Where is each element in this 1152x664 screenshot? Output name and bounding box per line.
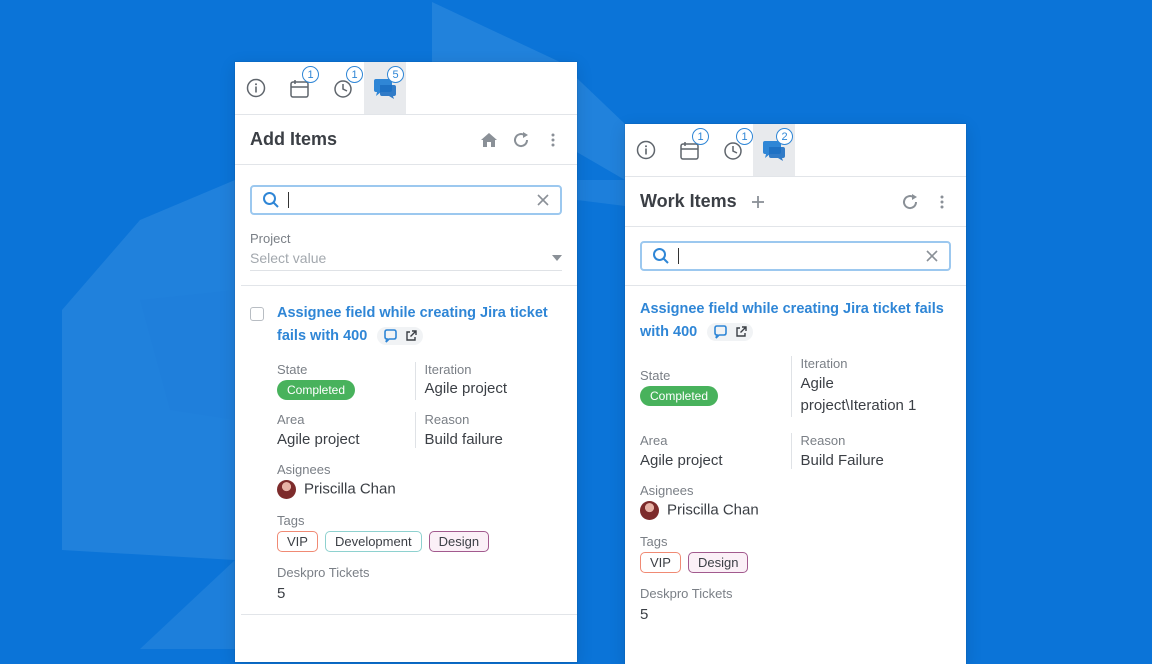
add-item-button[interactable]: [749, 193, 767, 211]
reason-value: Build failure: [424, 431, 503, 448]
tag-vip: VIP: [640, 552, 681, 573]
iteration-label: Iteration: [424, 362, 472, 377]
home-icon: [481, 132, 497, 147]
iteration-value-cont: project\Iteration 1: [800, 397, 917, 414]
area-value: Agile project: [640, 452, 723, 469]
search-box: [640, 241, 951, 271]
tab-calendar[interactable]: 1: [669, 124, 711, 176]
project-placeholder: Select value: [250, 250, 327, 266]
tickets-count: 5: [640, 606, 649, 623]
item-title-link[interactable]: Assignee field while creating Jira ticke…: [277, 302, 562, 348]
tickets-label: Deskpro Tickets: [640, 586, 733, 601]
panel-header: Add Items: [235, 115, 577, 165]
status-badge: Completed: [640, 386, 719, 406]
search-input[interactable]: [297, 191, 536, 209]
refresh-button[interactable]: [901, 193, 919, 211]
search-input[interactable]: [687, 247, 925, 265]
tag-vip: VIP: [277, 531, 318, 552]
external-link-icon[interactable]: [405, 330, 417, 342]
info-icon: [246, 78, 266, 98]
item-title: Assignee field while creating Jira ticke…: [640, 301, 944, 340]
assignee-name: Priscilla Chan: [667, 501, 759, 519]
tab-badge: 1: [736, 128, 753, 145]
chevron-down-icon: [552, 255, 562, 261]
work-items-panel: 1 1 2 Work Items Assignee field while cr…: [625, 124, 966, 664]
reason-label: Reason: [424, 412, 470, 427]
tag-design: Design: [687, 552, 749, 573]
clear-icon[interactable]: [536, 193, 550, 207]
reason-label: Reason: [800, 433, 846, 448]
assignee-name: Priscilla Chan: [304, 480, 396, 498]
refresh-button[interactable]: [512, 131, 530, 149]
tab-badge: 5: [387, 66, 404, 83]
iteration-value: Agile: [800, 375, 834, 392]
tab-calendar[interactable]: 1: [279, 62, 321, 114]
iteration-value: Agile project: [424, 380, 508, 397]
assignees-label: Asignees: [277, 462, 331, 477]
chat-icon: [714, 325, 728, 339]
project-select[interactable]: Project Select value: [250, 231, 562, 271]
page-title: Add Items: [250, 129, 338, 149]
clear-icon[interactable]: [925, 249, 939, 263]
chat-icon: [384, 329, 398, 343]
area-label: Area: [277, 412, 305, 427]
state-label: State: [277, 362, 308, 377]
search-icon: [263, 192, 279, 208]
state-label: State: [640, 368, 671, 383]
tab-linked-items[interactable]: 5: [364, 62, 406, 114]
search-box: [250, 185, 562, 215]
more-vertical-icon: [551, 133, 555, 146]
avatar: [640, 501, 659, 520]
tab-info[interactable]: [625, 124, 667, 176]
item-checkbox[interactable]: [250, 307, 264, 321]
tab-badge: 1: [302, 66, 319, 83]
external-link-icon[interactable]: [735, 326, 747, 338]
work-item-card: Assignee field while creating Jira ticke…: [235, 286, 577, 602]
tab-history[interactable]: 1: [323, 62, 365, 114]
tab-badge: 1: [346, 66, 363, 83]
tab-info[interactable]: [235, 62, 277, 114]
work-item-card: Assignee field while creating Jira ticke…: [625, 286, 966, 623]
area-label: Area: [640, 433, 668, 448]
tags-label: Tags: [640, 534, 668, 549]
home-button[interactable]: [480, 131, 498, 149]
assignees-label: Asignees: [640, 483, 694, 498]
refresh-icon: [903, 193, 918, 209]
tab-bar: 1 1 5: [235, 62, 577, 115]
tab-badge: 2: [776, 128, 793, 145]
tab-badge: 1: [692, 128, 709, 145]
text-cursor: [678, 248, 679, 264]
more-options-button[interactable]: [933, 193, 951, 211]
tab-linked-items[interactable]: 2: [753, 124, 795, 176]
add-items-panel: 1 1 5 Add Items Project Select value Ass…: [235, 62, 577, 662]
plus-icon: [751, 195, 764, 208]
tab-bar: 1 1 2: [625, 124, 966, 177]
refresh-icon: [514, 131, 529, 147]
avatar: [277, 480, 296, 499]
panel-header: Work Items: [625, 177, 966, 227]
area-value: Agile project: [277, 431, 360, 448]
tag-development: Development: [324, 531, 422, 552]
iteration-label: Iteration: [800, 356, 848, 371]
tab-history[interactable]: 1: [713, 124, 755, 176]
project-label: Project: [250, 231, 291, 246]
tags-label: Tags: [277, 513, 305, 528]
tag-design: Design: [428, 531, 490, 552]
text-cursor: [288, 192, 289, 208]
info-icon: [636, 140, 656, 160]
tickets-label: Deskpro Tickets: [277, 565, 370, 580]
status-badge: Completed: [277, 380, 356, 400]
reason-value: Build Failure: [800, 452, 884, 469]
search-icon: [653, 248, 669, 264]
more-options-button[interactable]: [544, 131, 562, 149]
page-title: Work Items: [640, 191, 737, 211]
item-title-link[interactable]: Assignee field while creating Jira ticke…: [640, 298, 951, 344]
more-vertical-icon: [940, 195, 944, 208]
tickets-count: 5: [277, 585, 286, 602]
